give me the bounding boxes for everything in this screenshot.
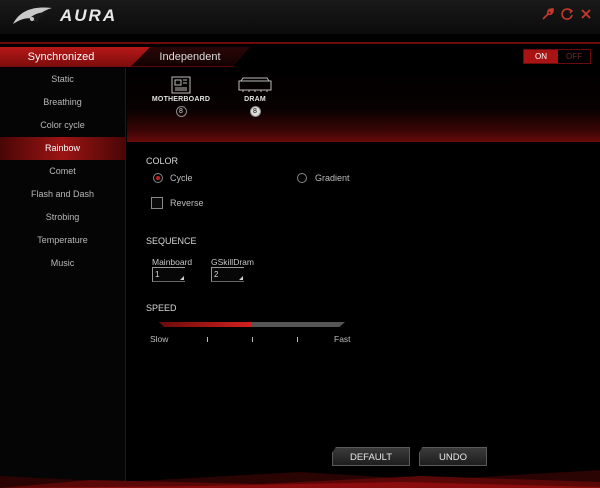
cycle-label: Cycle [170, 173, 193, 183]
toggle-off[interactable]: OFF [558, 50, 590, 63]
default-button[interactable]: DEFAULT [332, 447, 410, 466]
reverse-label: Reverse [170, 198, 204, 208]
header-divider [0, 42, 600, 44]
sequence-label-gskilldram: GSkillDram [211, 257, 254, 267]
speed-slider-fill [159, 322, 252, 327]
sequence-label-mainboard: Mainboard [152, 257, 193, 267]
speed-section-label: SPEED [146, 303, 177, 313]
sidebar-item-static[interactable]: Static [0, 68, 125, 91]
bottom-decoration [0, 470, 600, 488]
motherboard-icon [171, 76, 191, 94]
speed-tick [252, 337, 253, 342]
sidebar-item-color-cycle[interactable]: Color cycle [0, 114, 125, 137]
app-title: AURA [60, 6, 118, 25]
color-section-label: COLOR [146, 156, 179, 166]
toggle-on[interactable]: ON [524, 50, 558, 63]
device-label: DRAM [244, 96, 266, 103]
power-toggle[interactable]: ON OFF [523, 49, 591, 64]
device-label: MOTHERBOARD [151, 96, 211, 103]
cycle-radio[interactable] [153, 173, 163, 183]
device-dram[interactable]: DRAM 8 [234, 76, 276, 117]
dram-icon [238, 77, 272, 92]
undo-button[interactable]: UNDO [419, 447, 487, 466]
speed-slider[interactable] [159, 322, 345, 327]
mode-tabs: Independent Synchronized [0, 47, 600, 67]
reverse-checkbox[interactable] [151, 197, 163, 209]
select-value: 1 [155, 270, 160, 279]
speed-max-label: Fast [334, 334, 351, 344]
rog-logo [13, 7, 52, 24]
speed-tick [297, 337, 298, 342]
device-badge: 8 [249, 106, 261, 117]
sidebar-item-strobing[interactable]: Strobing [0, 206, 125, 229]
title-bar: AURA [0, 0, 600, 34]
mainboard-order-select[interactable]: 1 [152, 267, 185, 282]
speed-min-label: Slow [150, 334, 169, 344]
gradient-radio[interactable] [297, 173, 307, 183]
sidebar-item-rainbow[interactable]: Rainbow [0, 137, 125, 160]
refresh-icon[interactable] [560, 7, 574, 21]
sidebar-item-comet[interactable]: Comet [0, 160, 125, 183]
device-badge: 8 [175, 106, 187, 117]
sidebar-item-temperature[interactable]: Temperature [0, 229, 125, 252]
caret-icon [180, 276, 184, 280]
sequence-section-label: SEQUENCE [146, 236, 197, 246]
close-icon[interactable] [579, 7, 593, 21]
speed-tick [207, 337, 208, 342]
sidebar-item-music[interactable]: Music [0, 252, 125, 275]
wrench-icon[interactable] [541, 7, 555, 21]
tab-independent[interactable]: Independent [130, 47, 250, 67]
tab-synchronized[interactable]: Synchronized [0, 47, 150, 67]
caret-icon [239, 276, 243, 280]
effects-sidebar: Static Breathing Color cycle Rainbow Com… [0, 68, 126, 488]
select-value: 2 [214, 270, 219, 279]
sidebar-item-flash-and-dash[interactable]: Flash and Dash [0, 183, 125, 206]
device-motherboard[interactable]: MOTHERBOARD 8 [150, 76, 212, 117]
gskilldram-order-select[interactable]: 2 [211, 267, 244, 282]
gradient-label: Gradient [315, 173, 350, 183]
sidebar-item-breathing[interactable]: Breathing [0, 91, 125, 114]
